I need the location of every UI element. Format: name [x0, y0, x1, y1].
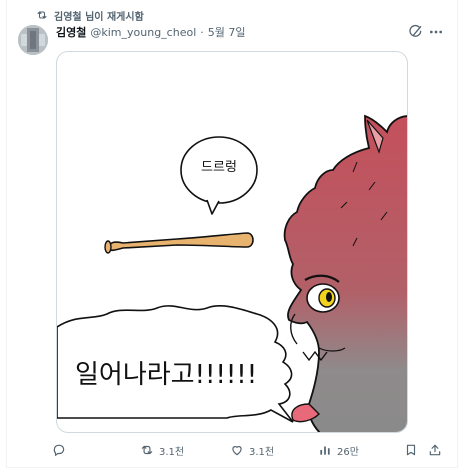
- more-button[interactable]: [428, 24, 444, 40]
- author-name[interactable]: 김영철: [56, 24, 86, 40]
- views-count: 26만: [337, 446, 359, 458]
- post-media-image[interactable]: 드르렁 일어나라고!!!!!!: [56, 51, 408, 433]
- author-handle[interactable]: @kim_young_cheol: [90, 26, 196, 39]
- bookmark-icon: [406, 444, 416, 456]
- speech-bubble: [180, 136, 258, 215]
- heart-icon: [232, 446, 242, 456]
- creature: [283, 114, 407, 432]
- shout-text: 일어나라고!!!!!!: [75, 360, 258, 390]
- repost-icon: [37, 11, 47, 19]
- like-button[interactable]: 3.1천: [230, 440, 274, 460]
- post-date[interactable]: 5월 7일: [208, 24, 246, 40]
- views-icon: [320, 446, 330, 455]
- share-icon: [429, 444, 441, 456]
- like-count: 3.1천: [249, 446, 275, 458]
- baseball-bat: [104, 232, 254, 254]
- more-icon: [430, 30, 442, 34]
- share-button[interactable]: [428, 440, 442, 460]
- bookmark-button[interactable]: [404, 440, 418, 460]
- repost-count: 3.1천: [159, 446, 185, 458]
- reply-icon: [53, 444, 65, 456]
- avatar[interactable]: [18, 25, 48, 55]
- repost-label[interactable]: 김영철 님이 재게시함: [54, 8, 144, 23]
- repost-indicator: 김영철 님이 재게시함: [36, 7, 144, 23]
- post-header: 김영철 @kim_young_cheol · 5월 7일: [56, 23, 246, 41]
- grok-button[interactable]: [408, 24, 424, 40]
- grok-icon: [409, 24, 422, 37]
- repost-icon: [141, 445, 153, 455]
- views-button[interactable]: 26만: [318, 440, 359, 460]
- meta-separator: ·: [200, 25, 204, 39]
- repost-button[interactable]: 3.1천: [140, 440, 184, 460]
- speech-bubble-text: 드르렁: [201, 160, 237, 175]
- reply-button[interactable]: [52, 440, 71, 460]
- action-bar: 3.1천 3.1천 26만: [52, 440, 452, 460]
